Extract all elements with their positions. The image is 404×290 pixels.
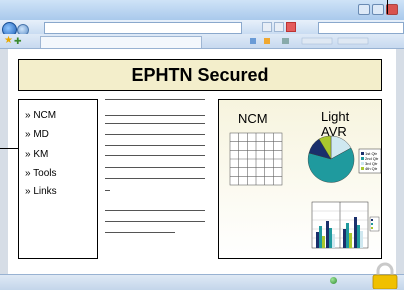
maximize-button[interactable] [372, 4, 384, 15]
text-line [105, 155, 205, 156]
feeds-icon[interactable] [264, 38, 270, 44]
grid-table-icon [229, 132, 283, 186]
text-line [105, 221, 205, 222]
page-menu[interactable] [301, 37, 333, 45]
text-line [105, 145, 205, 146]
text-placeholder [105, 99, 213, 239]
dropdown-button[interactable] [262, 22, 272, 32]
address-bar[interactable] [44, 22, 242, 34]
browser-tab[interactable] [40, 36, 202, 48]
text-line [105, 167, 205, 168]
nav-item-md[interactable]: » MD [25, 129, 49, 140]
title-bar [0, 0, 404, 20]
text-line [105, 190, 110, 191]
minimize-button[interactable] [358, 4, 370, 15]
globe-icon [330, 277, 337, 284]
nav-item-links[interactable]: » Links [25, 186, 57, 197]
callout-line [0, 148, 18, 149]
text-line [105, 115, 205, 116]
refresh-button[interactable] [274, 22, 284, 32]
text-line [105, 123, 205, 124]
window-controls [358, 4, 398, 15]
text-line [105, 210, 205, 211]
pie-legend: 1st Qtr 2nd Qtr 3rd Qtr 4th Qtr [358, 148, 382, 174]
print-icon[interactable] [282, 38, 289, 44]
text-line [105, 99, 205, 100]
add-favorite-icon[interactable]: ✚ [14, 36, 22, 46]
page-banner: EPHTN Secured [18, 59, 382, 91]
callout-line [387, 0, 388, 14]
command-bar-icons [250, 37, 369, 45]
text-line [105, 232, 175, 233]
padlock-icon [372, 262, 398, 289]
favorites-star-icon[interactable]: ★ [4, 36, 13, 46]
nav-item-km[interactable]: » KM [25, 149, 48, 160]
command-bar [248, 35, 402, 47]
status-bar [0, 274, 404, 290]
search-input[interactable] [318, 22, 404, 34]
stop-button[interactable] [286, 22, 296, 32]
nav-item-tools[interactable]: » Tools [25, 168, 57, 179]
side-nav: » NCM » MD » KM » Tools » Links [18, 99, 98, 259]
panel-graphics: 1st Qtr 2nd Qtr 3rd Qtr 4th Qtr [229, 132, 382, 249]
pie-legend-4th: 4th Qtr [365, 166, 378, 171]
home-icon[interactable] [250, 38, 256, 44]
address-buttons [262, 22, 296, 32]
bar-chart-icon [311, 201, 380, 249]
page-title: EPHTN Secured [131, 64, 269, 85]
text-line [105, 134, 205, 135]
nav-item-ncm[interactable]: » NCM [25, 110, 56, 121]
text-line [105, 178, 205, 179]
tools-menu[interactable] [337, 37, 369, 45]
pie-chart-icon [307, 135, 355, 183]
